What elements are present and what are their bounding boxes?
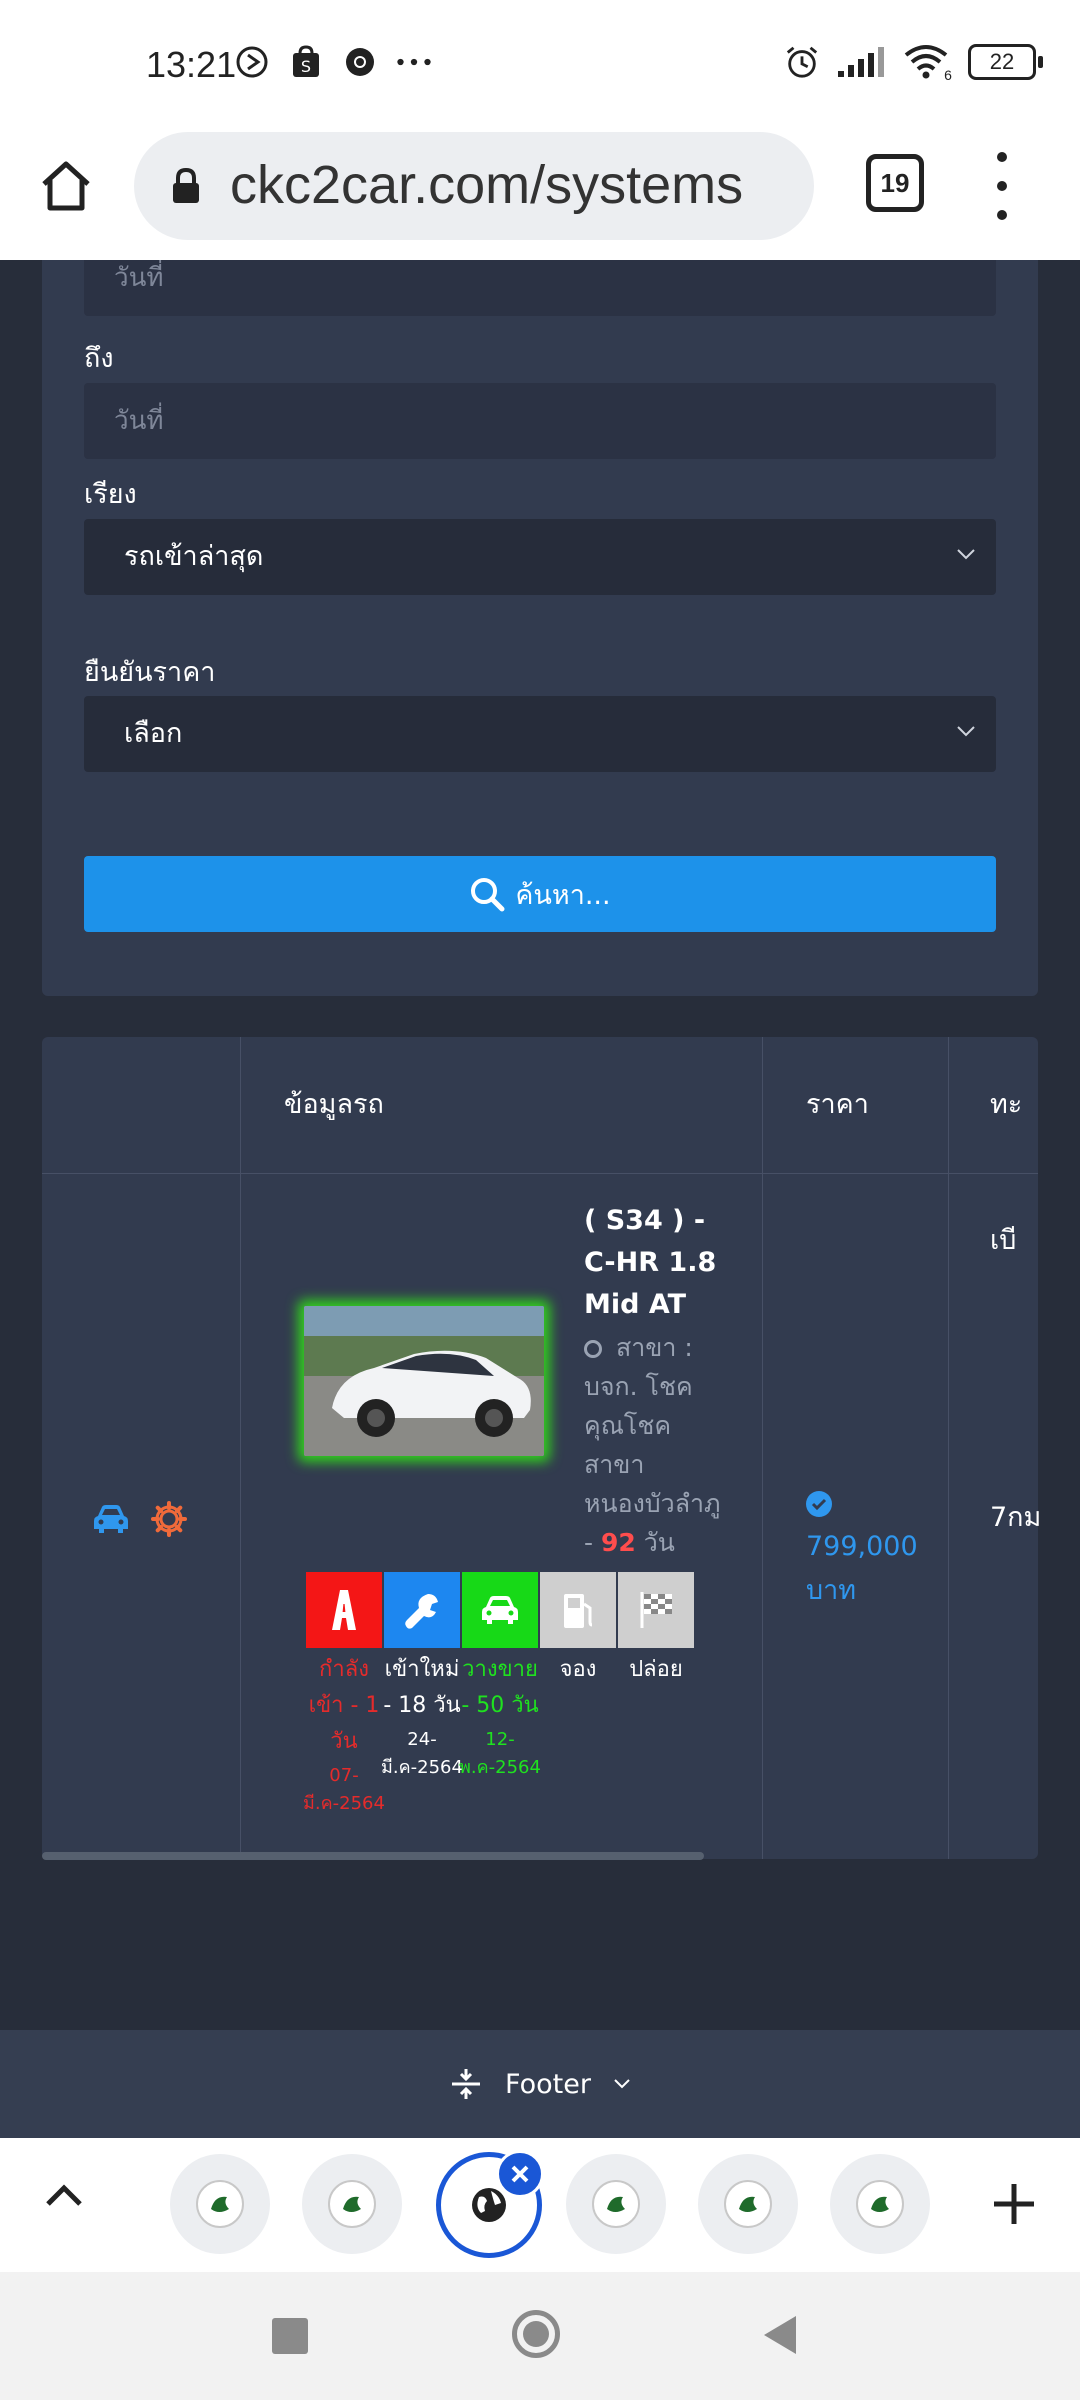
date-from-input[interactable]: วันที่ xyxy=(84,260,996,316)
tab-thumbnail[interactable] xyxy=(698,2154,798,2254)
confirm-price-value: เลือก xyxy=(124,718,183,749)
back-triangle-icon xyxy=(764,2316,796,2354)
fuel-icon xyxy=(564,1594,593,1628)
stage-reserved-label: จอง xyxy=(559,1657,597,1682)
more-icon xyxy=(396,44,432,80)
stage-for-sale-date: 12- พ.ค-2564 xyxy=(459,1729,541,1778)
play-circle-icon xyxy=(234,44,270,80)
svg-text:6: 6 xyxy=(944,67,952,81)
home-icon xyxy=(42,161,90,211)
close-tab-button[interactable] xyxy=(496,2150,544,2198)
android-nav-bar xyxy=(0,2272,1080,2400)
home-nav-button[interactable] xyxy=(512,2310,560,2358)
road-icon xyxy=(332,1590,356,1630)
tab-strip xyxy=(0,2138,1080,2272)
header-registration: ทะเบี xyxy=(990,1089,1023,1256)
days-unit: วัน xyxy=(643,1528,675,1557)
flag-icon xyxy=(640,1592,672,1628)
notification-icons: S xyxy=(234,44,432,80)
shopee-icon: S xyxy=(288,44,324,80)
stage-incoming-box[interactable] xyxy=(306,1572,382,1648)
search-icon xyxy=(471,878,505,912)
branch-dot-icon xyxy=(584,1340,602,1358)
price-cell: 799,000 บาท xyxy=(806,1491,918,1613)
sort-select[interactable]: รถเข้าล่าสุด xyxy=(84,519,996,595)
stage-released-box[interactable] xyxy=(618,1572,694,1648)
stage-new-arrival-label: เข้าใหม่ - 18 วัน xyxy=(383,1657,461,1718)
header-car-info: ข้อมูลรถ xyxy=(284,1089,384,1120)
to-label: ถึง xyxy=(84,343,114,374)
price-unit: บาท xyxy=(806,1575,857,1606)
settings-gear-icon[interactable] xyxy=(150,1500,188,1542)
tab-thumbnail[interactable] xyxy=(566,2154,666,2254)
search-button[interactable]: ค้นหา... xyxy=(84,856,996,932)
overflow-menu-button[interactable] xyxy=(984,152,1020,220)
tab-thumbnail[interactable] xyxy=(170,2154,270,2254)
alarm-icon xyxy=(784,44,820,80)
car-icon[interactable] xyxy=(92,1502,130,1540)
car-icon xyxy=(482,1596,518,1624)
status-bar: 13:21 S 6 22 xyxy=(0,0,1080,132)
stage-for-sale-label: วางขาย - 50 วัน xyxy=(461,1657,539,1718)
site-logo-icon xyxy=(592,2180,640,2228)
plus-icon xyxy=(994,2184,1034,2224)
site-logo-icon xyxy=(724,2180,772,2228)
price-amount: 799,000 xyxy=(806,1531,918,1562)
wifi-icon: 6 xyxy=(902,44,952,81)
sort-select-value: รถเข้าล่าสุด xyxy=(124,541,264,572)
verified-check-icon xyxy=(806,1491,832,1517)
address-bar[interactable]: ckc2car.com/systems xyxy=(134,132,814,240)
search-button-label: ค้นหา... xyxy=(515,879,611,911)
tab-thumbnail[interactable] xyxy=(302,2154,402,2254)
tab-switcher-button[interactable]: 19 xyxy=(866,154,924,212)
chevron-up-icon xyxy=(46,2184,82,2206)
chevron-down-icon xyxy=(614,2079,630,2089)
confirm-price-label: ยืนยันราคา xyxy=(84,657,216,688)
branch-text: สาขา : บจก. โชค คุณโชค สาขา หนองบัวลำภู … xyxy=(584,1333,721,1557)
chevron-down-icon xyxy=(957,549,975,560)
car-photo[interactable] xyxy=(304,1306,544,1456)
header-price: ราคา xyxy=(806,1089,869,1120)
confirm-price-select[interactable]: เลือก xyxy=(84,696,996,772)
system-icons: 6 22 xyxy=(784,44,1043,81)
footer-label: Footer xyxy=(505,2068,591,2100)
filter-card: วันที่ ถึง วันที่ เรียง รถเข้าล่าสุด ยืน… xyxy=(42,260,1038,996)
chevron-down-icon xyxy=(957,726,975,737)
stage-reserved-box[interactable] xyxy=(540,1572,616,1648)
battery-indicator: 22 xyxy=(968,44,1043,80)
tab-thumbnail[interactable] xyxy=(830,2154,930,2254)
recents-button[interactable] xyxy=(272,2318,308,2354)
status-time: 13:21 xyxy=(146,44,237,85)
compress-arrows-icon xyxy=(452,2069,481,2099)
wrench-icon xyxy=(405,1594,438,1629)
site-logo-icon xyxy=(196,2180,244,2228)
svg-text:S: S xyxy=(301,57,311,76)
days-value: 92 xyxy=(600,1528,636,1557)
chrome-icon xyxy=(342,44,378,80)
stage-new-arrival-box[interactable] xyxy=(384,1572,460,1648)
site-logo-icon xyxy=(328,2180,376,2228)
stage-new-arrival-date: 24- มี.ค-2564 xyxy=(381,1729,463,1778)
footer-toggle[interactable]: Footer xyxy=(0,2030,1080,2138)
stage-for-sale-box[interactable] xyxy=(462,1572,538,1648)
date-to-input[interactable]: วันที่ xyxy=(84,383,996,459)
lock-icon xyxy=(170,166,202,210)
sort-label: เรียง xyxy=(84,479,137,510)
back-button[interactable] xyxy=(762,2314,798,2360)
collapse-tabs-button[interactable] xyxy=(44,2182,84,2214)
browser-toolbar: ckc2car.com/systems 19 xyxy=(0,132,1080,261)
close-icon xyxy=(511,2165,529,2183)
site-logo-icon xyxy=(856,2180,904,2228)
home-button[interactable] xyxy=(32,152,100,220)
horizontal-scrollbar[interactable] xyxy=(42,1852,704,1860)
stage-incoming-date: 07- มี.ค-2564 xyxy=(303,1765,385,1814)
url-text: ckc2car.com/systems xyxy=(230,155,744,215)
registration-date: 7กม xyxy=(990,1502,1042,1533)
car-branch: สาขา : บจก. โชค คุณโชค สาขา หนองบัวลำภู … xyxy=(584,1328,734,1562)
new-tab-button[interactable] xyxy=(992,2182,1036,2230)
signal-icon xyxy=(836,44,886,80)
stage-released-label: ปล่อย xyxy=(629,1657,683,1682)
car-title[interactable]: ( S34 ) - C-HR 1.8 Mid AT xyxy=(584,1200,734,1326)
stage-incoming-label: กำลัง เข้า - 1 วัน xyxy=(308,1657,380,1754)
